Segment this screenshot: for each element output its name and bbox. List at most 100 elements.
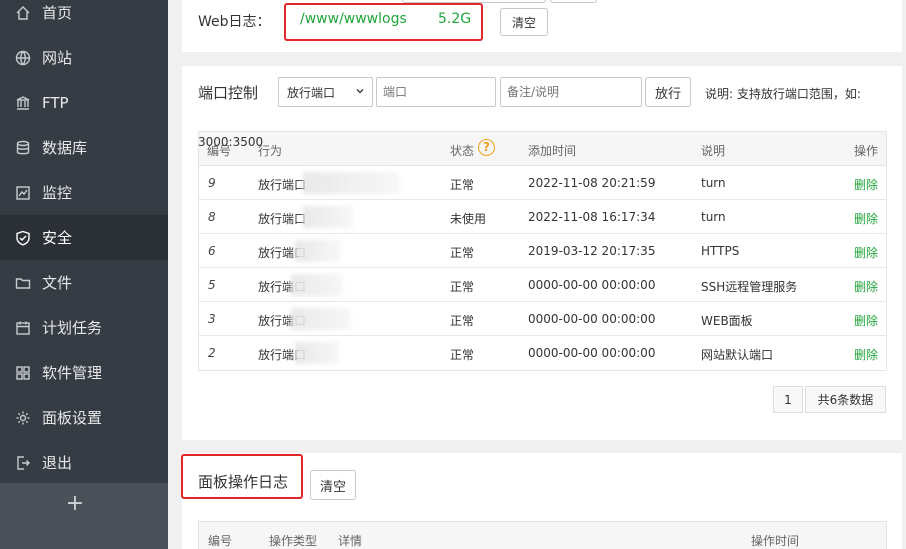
row-status: 正常 — [450, 246, 475, 260]
log-table-header: 编号 操作类型 详情 操作时间 — [198, 521, 887, 549]
sidebar-item-software[interactable]: 软件管理 — [0, 350, 168, 395]
col-op: 操作 — [854, 144, 879, 158]
table-row: 8 放行端口 未使用 2022-11-08 16:17:34 turn 删除 — [199, 200, 886, 234]
partial-button — [550, 0, 597, 3]
sidebar-item-label: 监控 — [42, 184, 73, 202]
weblog-label: Web日志： — [198, 14, 271, 30]
sidebar-item-label: 首页 — [42, 4, 73, 22]
table-row: 5 放行端口 正常 0000-00-00 00:00:00 SSH远程管理服务 … — [199, 268, 886, 302]
row-status: 正常 — [450, 348, 475, 362]
sidebar-item-logout[interactable]: 退出 — [0, 440, 168, 485]
row-id: 8 — [208, 210, 216, 224]
clear-weblog-button[interactable]: 清空 — [500, 8, 548, 36]
port-table: 编号 行为 状态 ? 添加时间 说明 操作 9 放行端口 正常 2022-11-… — [198, 131, 887, 371]
sidebar-item-label: 数据库 — [42, 139, 88, 157]
calendar-icon — [15, 320, 31, 336]
col-note: 说明 — [701, 144, 726, 158]
row-action: 放行端口 — [258, 178, 307, 192]
redacted-port — [291, 274, 343, 296]
row-id: 5 — [208, 278, 216, 292]
col-status: 状态 — [450, 144, 475, 158]
logout-icon — [15, 455, 31, 471]
row-time: 0000-00-00 00:00:00 — [528, 346, 656, 360]
weblog-path[interactable]: /www/wwwlogs — [300, 11, 407, 27]
delete-link[interactable]: 删除 — [854, 346, 878, 363]
database-icon — [15, 140, 31, 156]
delete-link[interactable]: 删除 — [854, 278, 878, 295]
hint-text: 说明: 支持放行端口范围，如: — [705, 87, 861, 101]
table-row: 9 放行端口 正常 2022-11-08 20:21:59 turn 删除 — [199, 166, 886, 200]
row-id: 6 — [208, 244, 216, 258]
chevron-down-icon — [356, 89, 364, 94]
port-control-card: 端口控制 放行端口 放行 说明: 支持放行端口范围，如: 编号 行为 状态 ? … — [182, 66, 902, 440]
sidebar-item-label: 文件 — [42, 274, 73, 292]
ftp-icon — [15, 95, 31, 111]
redacted-port — [303, 172, 399, 194]
weblog-size: 5.2G — [438, 11, 472, 27]
row-note: turn — [701, 210, 726, 224]
row-note: HTTPS — [701, 244, 740, 258]
sidebar-item-home[interactable]: 首页 — [0, 0, 168, 35]
sidebar-item-label: 网站 — [42, 49, 73, 67]
sidebar-item-ftp[interactable]: FTP — [0, 80, 168, 125]
sidebar-footer: + — [0, 483, 168, 549]
table-row: 2 放行端口 正常 0000-00-00 00:00:00 网站默认端口 删除 — [199, 336, 886, 370]
redacted-port — [295, 342, 339, 364]
row-id: 2 — [208, 346, 216, 360]
row-time: 0000-00-00 00:00:00 — [528, 312, 656, 326]
sidebar-item-label: 软件管理 — [42, 364, 103, 382]
row-time: 0000-00-00 00:00:00 — [528, 278, 656, 292]
panel-log-card: 面板操作日志 清空 编号 操作类型 详情 操作时间 — [181, 453, 902, 549]
sidebar-item-database[interactable]: 数据库 — [0, 125, 168, 170]
range-example: 3000:3500 — [198, 135, 264, 149]
row-time: 2022-11-08 16:17:34 — [528, 210, 656, 224]
row-note: 网站默认端口 — [701, 348, 774, 362]
col-type: 操作类型 — [269, 534, 318, 548]
delete-link[interactable]: 删除 — [854, 312, 878, 329]
row-note: turn — [701, 176, 726, 190]
row-id: 9 — [208, 176, 216, 190]
table-row: 6 放行端口 正常 2019-03-12 20:17:35 HTTPS 删除 — [199, 234, 886, 268]
help-icon[interactable]: ? — [478, 139, 495, 156]
delete-link[interactable]: 删除 — [854, 244, 878, 261]
clear-log-button[interactable]: 清空 — [310, 470, 356, 500]
redacted-port — [303, 206, 353, 228]
delete-link[interactable]: 删除 — [854, 176, 878, 193]
sidebar-item-website[interactable]: 网站 — [0, 35, 168, 80]
sidebar-item-label: 计划任务 — [42, 319, 103, 337]
col-time: 添加时间 — [528, 144, 577, 158]
total-count: 共6条数据 — [805, 386, 886, 413]
gear-icon — [15, 410, 31, 426]
action-select[interactable]: 放行端口 — [278, 77, 373, 107]
row-action: 放行端口 — [258, 212, 307, 226]
weblog-card: Web日志： /www/wwwlogs 5.2G 清空 — [182, 0, 902, 52]
sidebar: 首页 网站 FTP 数据库 监控 安全 文件 计划任务 软件管理 面板设置 退出 — [0, 0, 168, 549]
port-input[interactable] — [376, 77, 496, 107]
table-row: 3 放行端口 正常 0000-00-00 00:00:00 WEB面板 删除 — [199, 302, 886, 336]
sidebar-item-cron[interactable]: 计划任务 — [0, 305, 168, 350]
table-header: 编号 行为 状态 ? 添加时间 说明 操作 — [199, 132, 886, 166]
grid-icon — [15, 365, 31, 381]
col-detail: 详情 — [338, 534, 363, 548]
section-title: 面板操作日志 — [198, 473, 289, 491]
add-button[interactable]: + — [64, 493, 86, 515]
monitor-icon — [15, 185, 31, 201]
sidebar-item-monitor[interactable]: 监控 — [0, 170, 168, 215]
sidebar-item-settings[interactable]: 面板设置 — [0, 395, 168, 440]
sidebar-item-label: 安全 — [42, 229, 73, 247]
row-status: 正常 — [450, 280, 475, 294]
page-number[interactable]: 1 — [773, 386, 803, 413]
delete-link[interactable]: 删除 — [854, 210, 878, 227]
home-icon — [15, 5, 31, 21]
row-id: 3 — [208, 312, 216, 326]
row-status: 正常 — [450, 178, 475, 192]
section-title: 端口控制 — [198, 84, 259, 102]
allow-button[interactable]: 放行 — [645, 77, 691, 107]
sidebar-item-label: FTP — [42, 93, 69, 112]
col-time: 操作时间 — [751, 534, 800, 548]
redacted-port — [291, 308, 351, 330]
select-value: 放行端口 — [287, 85, 336, 100]
sidebar-item-security[interactable]: 安全 — [0, 215, 168, 260]
sidebar-item-files[interactable]: 文件 — [0, 260, 168, 305]
note-input[interactable] — [500, 77, 642, 107]
